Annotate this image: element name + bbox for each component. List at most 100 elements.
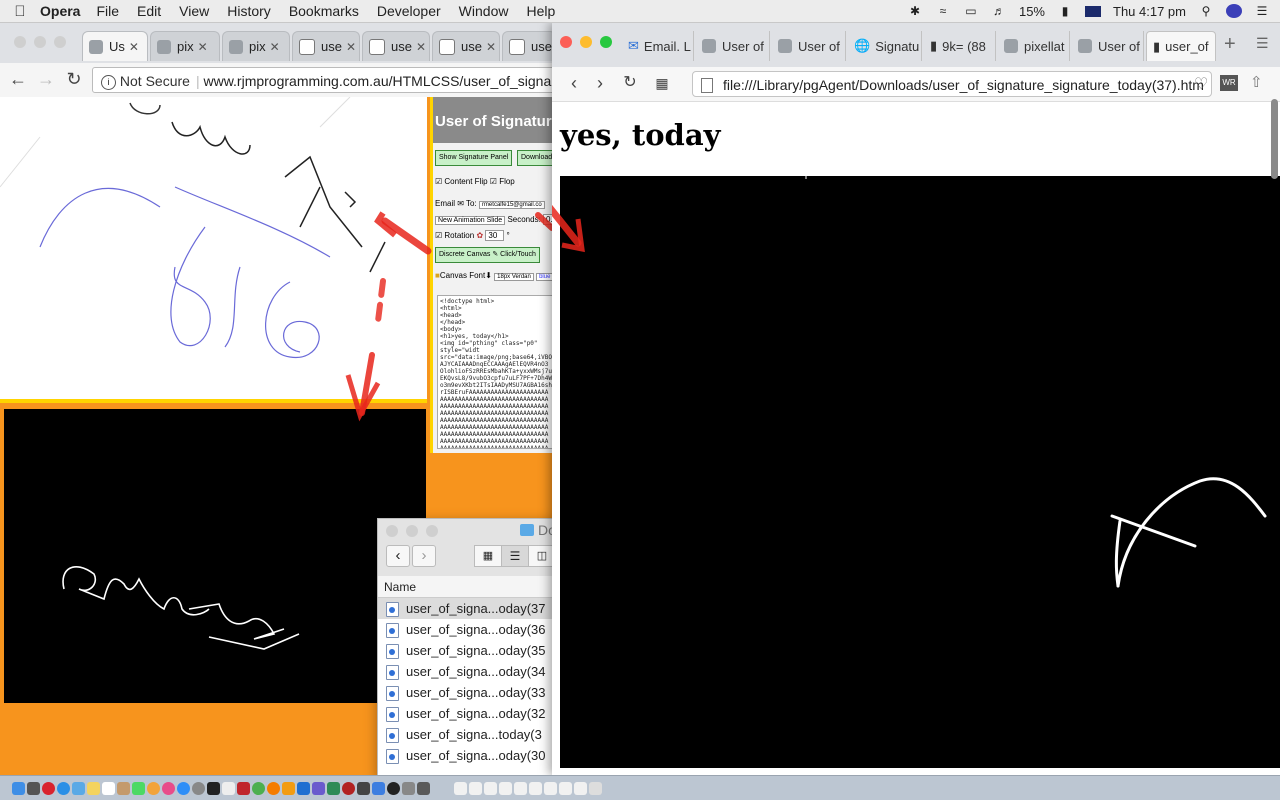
left-tab[interactable]: pix ✕ [150, 31, 220, 61]
menu-window[interactable]: Window [459, 3, 509, 19]
minimize-window-icon[interactable] [34, 36, 46, 48]
safari-dock-icon[interactable] [57, 781, 70, 795]
battery-percent[interactable]: 15% [1019, 4, 1045, 19]
reload-icon[interactable]: ↻ [64, 69, 84, 89]
right-tab-active[interactable]: ▮ user_of [1146, 31, 1216, 61]
speed-dial-icon[interactable]: ▦ [652, 73, 672, 93]
back-icon[interactable]: ‹ [564, 73, 584, 93]
tab-list-icon[interactable]: ☰ [1256, 35, 1269, 52]
mail-dock-icon[interactable] [72, 781, 85, 795]
right-tab[interactable]: User of [696, 31, 770, 61]
window-thumbnail-icon[interactable] [529, 781, 542, 795]
appstore-dock-icon[interactable] [177, 781, 190, 795]
xcode-dock-icon[interactable] [297, 781, 310, 795]
forward-icon[interactable]: › [590, 73, 610, 93]
font-field[interactable]: 18px Verdan [494, 273, 534, 281]
close-window-icon[interactable] [386, 525, 398, 537]
app-dock-icon[interactable] [402, 781, 415, 795]
calendar-dock-icon[interactable] [102, 781, 115, 795]
menu-app-name[interactable]: Opera [40, 3, 80, 19]
menu-file[interactable]: File [96, 3, 119, 19]
right-tab[interactable]: pixellat [998, 31, 1070, 61]
rotation-checkbox[interactable]: ☑ [435, 231, 442, 240]
bluetooth-icon[interactable]: ✱ [907, 4, 923, 18]
list-icon[interactable]: ☰ [1254, 4, 1270, 18]
right-tab[interactable]: User of [772, 31, 846, 61]
contacts-dock-icon[interactable] [117, 781, 130, 795]
file-row[interactable]: user_of_signa...oday(33 [378, 682, 558, 703]
new-tab-icon[interactable]: + [1224, 33, 1236, 56]
minimize-window-icon[interactable] [406, 525, 418, 537]
email-field[interactable]: rmetcalfe15@gmail.co [478, 201, 545, 209]
left-tab[interactable]: use ✕ [432, 31, 500, 61]
finder-dock-icon[interactable] [12, 781, 25, 795]
left-tab[interactable]: use [502, 31, 556, 61]
left-tab[interactable]: Us ✕ [82, 31, 148, 61]
info-icon[interactable]: i [101, 74, 116, 90]
wifi-icon[interactable]: ≈ [935, 4, 951, 18]
reload-icon[interactable]: ↻ [620, 73, 640, 93]
icon-view-icon[interactable]: ▦ [474, 545, 502, 567]
new-animation-slide-button[interactable]: New Animation Slide [435, 216, 506, 225]
flag-icon[interactable] [1085, 5, 1101, 17]
menu-developer[interactable]: Developer [377, 3, 441, 19]
file-row[interactable]: user_of_signa...oday(37 [378, 598, 558, 619]
file-row[interactable]: user_of_signa...oday(35 [378, 640, 558, 661]
show-signature-panel-button[interactable]: Show Signature Panel [435, 150, 513, 166]
zoom-window-icon[interactable] [600, 36, 612, 48]
share-icon[interactable]: ⇧ [1250, 73, 1263, 91]
menu-history[interactable]: History [227, 3, 271, 19]
messages-dock-icon[interactable] [132, 781, 145, 795]
signature-canvas[interactable] [0, 97, 427, 399]
window-thumbnail-icon[interactable] [559, 781, 572, 795]
right-url-field[interactable]: file:///Library/pgAgent/Downloads/user_o… [692, 71, 1212, 97]
close-tab-icon[interactable]: ✕ [198, 40, 208, 54]
close-tab-icon[interactable]: ✕ [486, 40, 496, 54]
zoom-window-icon[interactable] [426, 525, 438, 537]
app-dock-icon[interactable] [417, 781, 430, 795]
window-thumbnail-icon[interactable] [544, 781, 557, 795]
html-code-textarea[interactable]: <!doctype html> <html> <head> </head> <body>… [437, 295, 556, 449]
menu-bookmarks[interactable]: Bookmarks [289, 3, 359, 19]
discrete-canvas-button[interactable]: Discrete Canvas ✎ Click/Touch [435, 247, 540, 263]
left-tab[interactable]: pix ✕ [222, 31, 290, 61]
filezilla-dock-icon[interactable] [237, 781, 250, 795]
back-button[interactable]: ‹ [386, 545, 410, 567]
color-field[interactable]: blue [536, 273, 554, 281]
flop-checkbox[interactable]: ☑ [490, 177, 497, 186]
rotation-field[interactable]: 30 [485, 230, 505, 241]
textedit-dock-icon[interactable] [222, 781, 235, 795]
menu-help[interactable]: Help [526, 3, 555, 19]
close-window-icon[interactable] [14, 36, 26, 48]
window-thumbnail-icon[interactable] [499, 781, 512, 795]
left-tab[interactable]: use ✕ [292, 31, 360, 61]
volume-icon[interactable]: ♬ [991, 4, 1007, 18]
search-icon[interactable]: ⚲ [1198, 4, 1214, 18]
vlc-dock-icon[interactable] [282, 781, 295, 795]
app-dock-icon[interactable] [342, 781, 355, 795]
preferences-dock-icon[interactable] [192, 781, 205, 795]
left-tab[interactable]: use ✕ [362, 31, 430, 61]
window-thumbnail-icon[interactable] [469, 781, 482, 795]
app-dock-icon[interactable] [372, 781, 385, 795]
minimize-window-icon[interactable] [580, 36, 592, 48]
back-icon[interactable]: ← [8, 69, 28, 89]
heart-icon[interactable]: ♡ [1194, 74, 1208, 94]
app-dock-icon[interactable] [312, 781, 325, 795]
close-tab-icon[interactable]: ✕ [416, 40, 426, 54]
right-tab[interactable]: ▮ 9k= (88 [924, 31, 996, 61]
downloads-stack-icon[interactable] [454, 781, 467, 795]
zoom-window-icon[interactable] [54, 36, 66, 48]
extension-icon[interactable]: WR [1220, 75, 1238, 91]
vertical-scrollbar[interactable] [1271, 99, 1278, 179]
app-dock-icon[interactable] [387, 781, 400, 795]
close-window-icon[interactable] [560, 36, 572, 48]
right-tab[interactable]: User of [1072, 31, 1144, 61]
siri-icon[interactable] [1226, 4, 1242, 18]
file-row[interactable]: user_of_signa...oday(36 [378, 619, 558, 640]
finder-name-column-header[interactable]: Name [378, 576, 558, 598]
left-url-field[interactable]: i Not Secure | www.rjmprogramming.com.au/… [92, 67, 562, 93]
chrome-dock-icon[interactable] [252, 781, 265, 795]
right-tab[interactable]: ✉ Email. L [622, 31, 694, 61]
window-thumbnail-icon[interactable] [574, 781, 587, 795]
